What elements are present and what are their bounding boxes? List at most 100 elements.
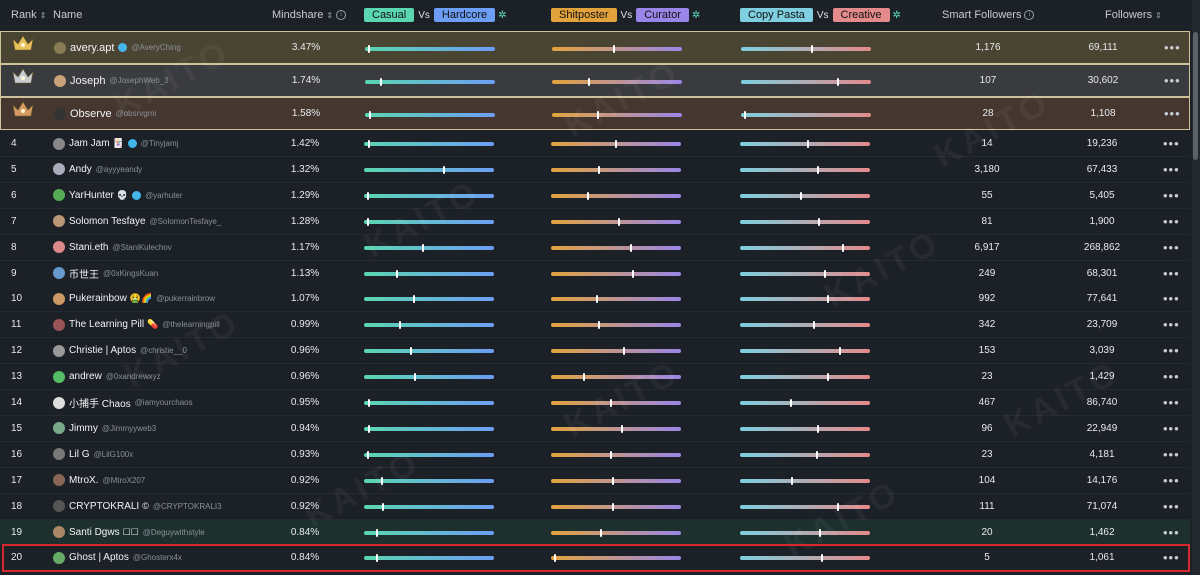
table-row[interactable]: 8 Stani.eth @StaniKulechov 1.17% 6,917 268,86… xyxy=(0,234,1190,261)
table-row[interactable]: 7 Solomon Tesfaye @SolomonTesfaye_ 1.28% 81 1… xyxy=(0,208,1190,235)
sort-icon[interactable]: ⇕ xyxy=(326,11,333,20)
user-handle[interactable]: @Ghosterx4x xyxy=(133,553,182,562)
avatar[interactable] xyxy=(53,292,65,305)
rank-header[interactable]: Rank ⇕ xyxy=(11,0,46,30)
name-cell[interactable]: Christie | Aptos @christie__0 xyxy=(53,338,187,363)
more-options-icon[interactable]: ••• xyxy=(1163,416,1180,441)
name-cell[interactable]: CRYPTOKRALI © @CRYPTOKRALI3 xyxy=(53,494,222,519)
table-row[interactable]: 16 Lil G @LilG100x 0.93% 23 4,181 ••• xyxy=(0,441,1190,468)
table-row[interactable]: 13 andrew @0xandrewxyz 0.96% 23 1,429 ••• xyxy=(0,364,1190,391)
avatar[interactable] xyxy=(53,551,65,564)
mindshare-header[interactable]: Mindshare ⇕ i xyxy=(272,0,347,30)
display-name[interactable]: 小捕手 Chaos xyxy=(69,395,131,410)
table-row[interactable]: 11 The Learning Pill 💊 @thelearningpill 0.99… xyxy=(0,312,1190,339)
table-row[interactable]: Observe @obsrvgmi 1.58% 28 1,108 ••• xyxy=(0,97,1190,130)
user-handle[interactable]: @Jimmyyweb3 xyxy=(102,424,156,433)
sort-icon[interactable]: ⇕ xyxy=(1155,11,1162,20)
curator-pill[interactable]: Curator xyxy=(636,8,689,22)
name-cell[interactable]: Solomon Tesfaye @SolomonTesfaye_ xyxy=(53,209,221,234)
more-options-icon[interactable]: ••• xyxy=(1163,364,1180,389)
sort-icon[interactable]: ⇕ xyxy=(40,11,47,20)
name-cell[interactable]: Joseph @JosephWeb_3 xyxy=(54,65,169,96)
avatar[interactable] xyxy=(53,344,65,357)
user-handle[interactable]: @iamyourchaos xyxy=(135,398,193,407)
display-name[interactable]: Andy xyxy=(69,164,92,175)
display-name[interactable]: Lil G xyxy=(69,449,90,460)
avatar[interactable] xyxy=(53,215,65,228)
avatar[interactable] xyxy=(53,500,65,513)
more-options-icon[interactable]: ••• xyxy=(1163,390,1180,415)
name-cell[interactable]: Observe @obsrvgmi xyxy=(54,98,156,129)
name-cell[interactable]: Andy @ayyyeandy xyxy=(53,157,142,182)
display-name[interactable]: andrew xyxy=(69,371,102,382)
name-cell[interactable]: Santi Dgws ☐☐ @Deguywithstyle xyxy=(53,520,205,545)
user-handle[interactable]: @thelearningpill xyxy=(162,320,220,329)
avatar[interactable] xyxy=(54,41,66,54)
more-options-icon[interactable]: ••• xyxy=(1163,235,1180,260)
table-row[interactable]: 9 币世王 @0xKingsKuan 1.13% 249 68,301 ••• xyxy=(0,260,1190,287)
more-options-icon[interactable]: ••• xyxy=(1163,131,1180,156)
table-row[interactable]: 10 Pukerainbow 🤮🌈 @pukerrainbrow 1.07% 992 77,… xyxy=(0,286,1190,313)
user-handle[interactable]: @SolomonTesfaye_ xyxy=(150,217,222,226)
avatar[interactable] xyxy=(54,74,66,87)
display-name[interactable]: 币世王 xyxy=(69,266,99,281)
table-row[interactable]: 18 CRYPTOKRALI © @CRYPTOKRALI3 0.92% 111 71,07… xyxy=(0,493,1190,520)
settings-icon[interactable]: ✲ xyxy=(692,10,700,21)
user-handle[interactable]: @MtroX207 xyxy=(102,476,145,485)
info-icon[interactable]: i xyxy=(336,10,347,20)
user-handle[interactable]: @Deguywithstyle xyxy=(143,528,205,537)
name-cell[interactable]: The Learning Pill 💊 @thelearningpill xyxy=(53,312,220,337)
display-name[interactable]: Ghost | Aptos xyxy=(69,552,129,563)
more-options-icon[interactable]: ••• xyxy=(1163,261,1180,286)
display-name[interactable]: YarHunter xyxy=(69,190,114,201)
name-cell[interactable]: Jam Jam 🃏 @Tinyjamj xyxy=(53,131,178,156)
name-cell[interactable]: Jimmy @Jimmyyweb3 xyxy=(53,416,156,441)
table-row[interactable]: avery.apt @AveryChing 3.47% 1,176 69,111 ••• xyxy=(0,31,1190,64)
avatar[interactable] xyxy=(53,526,65,538)
smart-followers-header[interactable]: Smart Followers i xyxy=(942,0,1035,30)
user-handle[interactable]: @pukerrainbrow xyxy=(156,294,215,303)
followers-header[interactable]: Followers ⇕ xyxy=(1105,0,1162,30)
name-cell[interactable]: YarHunter 💀 @yarhuter xyxy=(53,183,183,208)
user-handle[interactable]: @yarhuter xyxy=(145,191,182,200)
display-name[interactable]: Stani.eth xyxy=(69,242,108,253)
avatar[interactable] xyxy=(53,474,65,487)
table-row[interactable]: 20 Ghost | Aptos @Ghosterx4x 0.84% 5 1,061 ••• xyxy=(0,545,1190,572)
name-cell[interactable]: 小捕手 Chaos @iamyourchaos xyxy=(53,390,193,415)
copy-pasta-pill[interactable]: Copy Pasta xyxy=(740,8,813,22)
user-handle[interactable]: @christie__0 xyxy=(140,346,187,355)
user-handle[interactable]: @Tinyjamj xyxy=(141,139,179,148)
more-options-icon[interactable]: ••• xyxy=(1164,65,1181,96)
display-name[interactable]: MtroX. xyxy=(69,475,98,486)
more-options-icon[interactable]: ••• xyxy=(1163,209,1180,234)
table-row[interactable]: 5 Andy @ayyyeandy 1.32% 3,180 67,433 ••• xyxy=(0,156,1190,183)
display-name[interactable]: Joseph xyxy=(70,75,105,87)
avatar[interactable] xyxy=(53,267,65,279)
name-cell[interactable]: Ghost | Aptos @Ghosterx4x xyxy=(53,545,182,570)
display-name[interactable]: Santi Dgws xyxy=(69,527,120,538)
user-handle[interactable]: @CRYPTOKRALI3 xyxy=(153,502,222,511)
scrollbar-thumb[interactable] xyxy=(1193,32,1198,160)
avatar[interactable] xyxy=(53,163,65,176)
display-name[interactable]: Jam Jam xyxy=(69,138,110,149)
display-name[interactable]: Jimmy xyxy=(69,423,98,434)
more-options-icon[interactable]: ••• xyxy=(1163,468,1180,493)
more-options-icon[interactable]: ••• xyxy=(1163,183,1180,208)
name-cell[interactable]: 币世王 @0xKingsKuan xyxy=(53,261,158,286)
table-row[interactable]: 14 小捕手 Chaos @iamyourchaos 0.95% 467 86,740 ••… xyxy=(0,390,1190,416)
settings-icon[interactable]: ✲ xyxy=(498,10,506,21)
user-handle[interactable]: @ayyyeandy xyxy=(96,165,142,174)
more-options-icon[interactable]: ••• xyxy=(1163,157,1180,182)
table-row[interactable]: 17 MtroX. @MtroX207 0.92% 104 14,176 ••• xyxy=(0,467,1190,494)
display-name[interactable]: avery.apt xyxy=(70,42,114,54)
table-row[interactable]: Joseph @JosephWeb_3 1.74% 107 30,602 ••• xyxy=(0,64,1190,97)
casual-pill[interactable]: Casual xyxy=(364,8,415,22)
display-name[interactable]: Solomon Tesfaye xyxy=(69,216,146,227)
name-cell[interactable]: Stani.eth @StaniKulechov xyxy=(53,235,172,260)
table-row[interactable]: 6 YarHunter 💀 @yarhuter 1.29% 55 5,405 ••• xyxy=(0,182,1190,209)
more-options-icon[interactable]: ••• xyxy=(1164,98,1181,129)
name-cell[interactable]: MtroX. @MtroX207 xyxy=(53,468,145,493)
creative-pill[interactable]: Creative xyxy=(832,8,890,22)
user-handle[interactable]: @StaniKulechov xyxy=(112,243,171,252)
display-name[interactable]: CRYPTOKRALI xyxy=(69,501,139,512)
